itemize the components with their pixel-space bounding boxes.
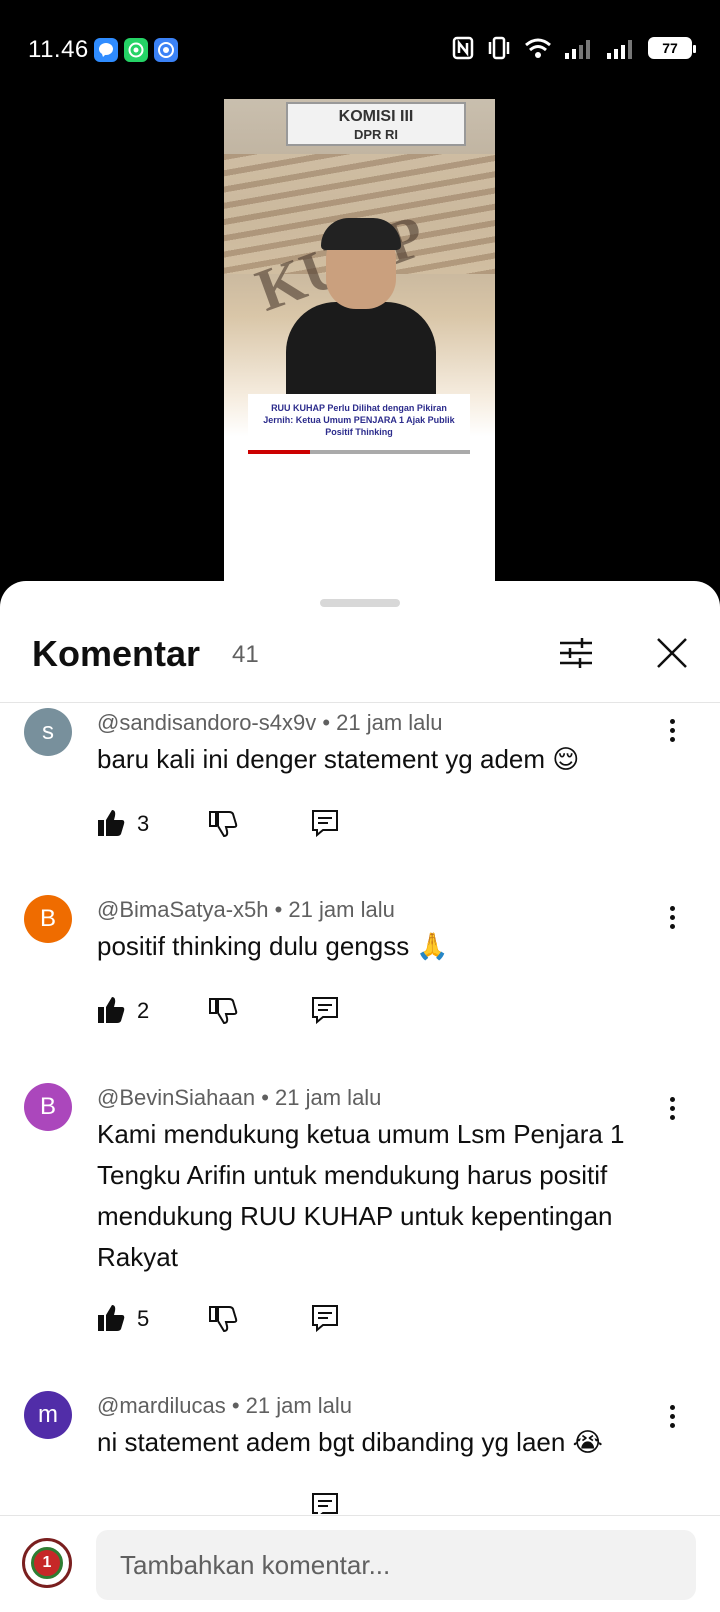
dislike-icon[interactable] [207,994,239,1026]
video-player[interactable]: KOMISI III DPR RI KUHP RUU KUHAP Perlu D… [224,99,495,581]
battery-indicator: 77 [648,37,696,59]
comments-title: Komentar [32,633,201,674]
comments-count: 41 [232,641,259,668]
more-options-button[interactable] [660,710,684,750]
like-icon[interactable] [95,807,127,839]
avatar[interactable]: s [24,708,72,756]
sort-filter-button[interactable] [552,629,600,677]
comments-header: Komentar 41 [0,581,720,703]
comment-composer: 1 [0,1515,720,1612]
comment-text: baru kali ini denger statement yg adem 😌 [97,744,580,774]
more-options-button[interactable] [660,897,684,937]
video-caption: RUU KUHAP Perlu Dilihat dengan Pikiran J… [248,394,470,454]
vibrate-icon [488,36,510,60]
avatar[interactable]: B [24,1083,72,1131]
user-avatar-logo: 1 [31,1547,63,1579]
sliders-icon [560,638,592,668]
reply-icon[interactable] [309,994,341,1026]
dislike-icon[interactable] [207,807,239,839]
comment-meta[interactable]: @BevinSiahaan • 21 jam lalu [97,1085,381,1111]
like-count: 2 [137,998,150,1023]
comment-text: Kami mendukung ketua umum Lsm Penjara 1 … [97,1119,625,1272]
status-indicators: 77 [452,36,696,60]
drag-handle[interactable] [320,599,400,607]
avatar[interactable]: B [24,895,72,943]
more-options-button[interactable] [660,1088,684,1128]
video-sign: KOMISI III DPR RI [286,102,466,146]
reply-icon[interactable] [309,1490,341,1514]
add-comment-input[interactable] [96,1530,696,1600]
comments-sheet: Komentar 41 s @sandisandoro-s4x9v • 21 j… [0,581,720,1612]
signal-icon-2 [607,40,632,59]
more-options-button[interactable] [660,1396,684,1436]
like-icon[interactable] [95,1302,127,1334]
status-time: 11.46 [28,36,89,63]
avatar[interactable]: m [24,1391,72,1439]
status-bar: 11.46 77 [0,0,720,96]
like-count: 3 [137,811,150,836]
like-icon[interactable] [95,994,127,1026]
reply-icon[interactable] [309,807,341,839]
comment-meta[interactable]: @sandisandoro-s4x9v • 21 jam lalu [97,710,443,736]
close-button[interactable] [648,629,696,677]
messenger-icon [94,38,118,62]
wifi-icon [525,38,551,58]
close-icon [657,638,687,668]
comment-text: positif thinking dulu gengss 🙏 [97,931,449,961]
nfc-icon [452,36,474,60]
dislike-icon[interactable] [207,1302,239,1334]
whatsapp-icon [124,38,148,62]
like-count: 5 [137,1306,150,1331]
reply-icon[interactable] [309,1302,341,1334]
comment-text: ni statement adem bgt dibanding yg laen … [97,1427,603,1457]
user-avatar: 1 [22,1538,72,1588]
chrome-icon [154,38,178,62]
comment-meta[interactable]: @mardilucas • 21 jam lalu [97,1393,352,1419]
signal-icon-1 [565,40,590,59]
comment-meta[interactable]: @BimaSatya-x5h • 21 jam lalu [97,897,395,923]
status-app-icons [94,38,178,62]
comments-list[interactable]: s @sandisandoro-s4x9v • 21 jam lalu baru… [0,704,720,1514]
